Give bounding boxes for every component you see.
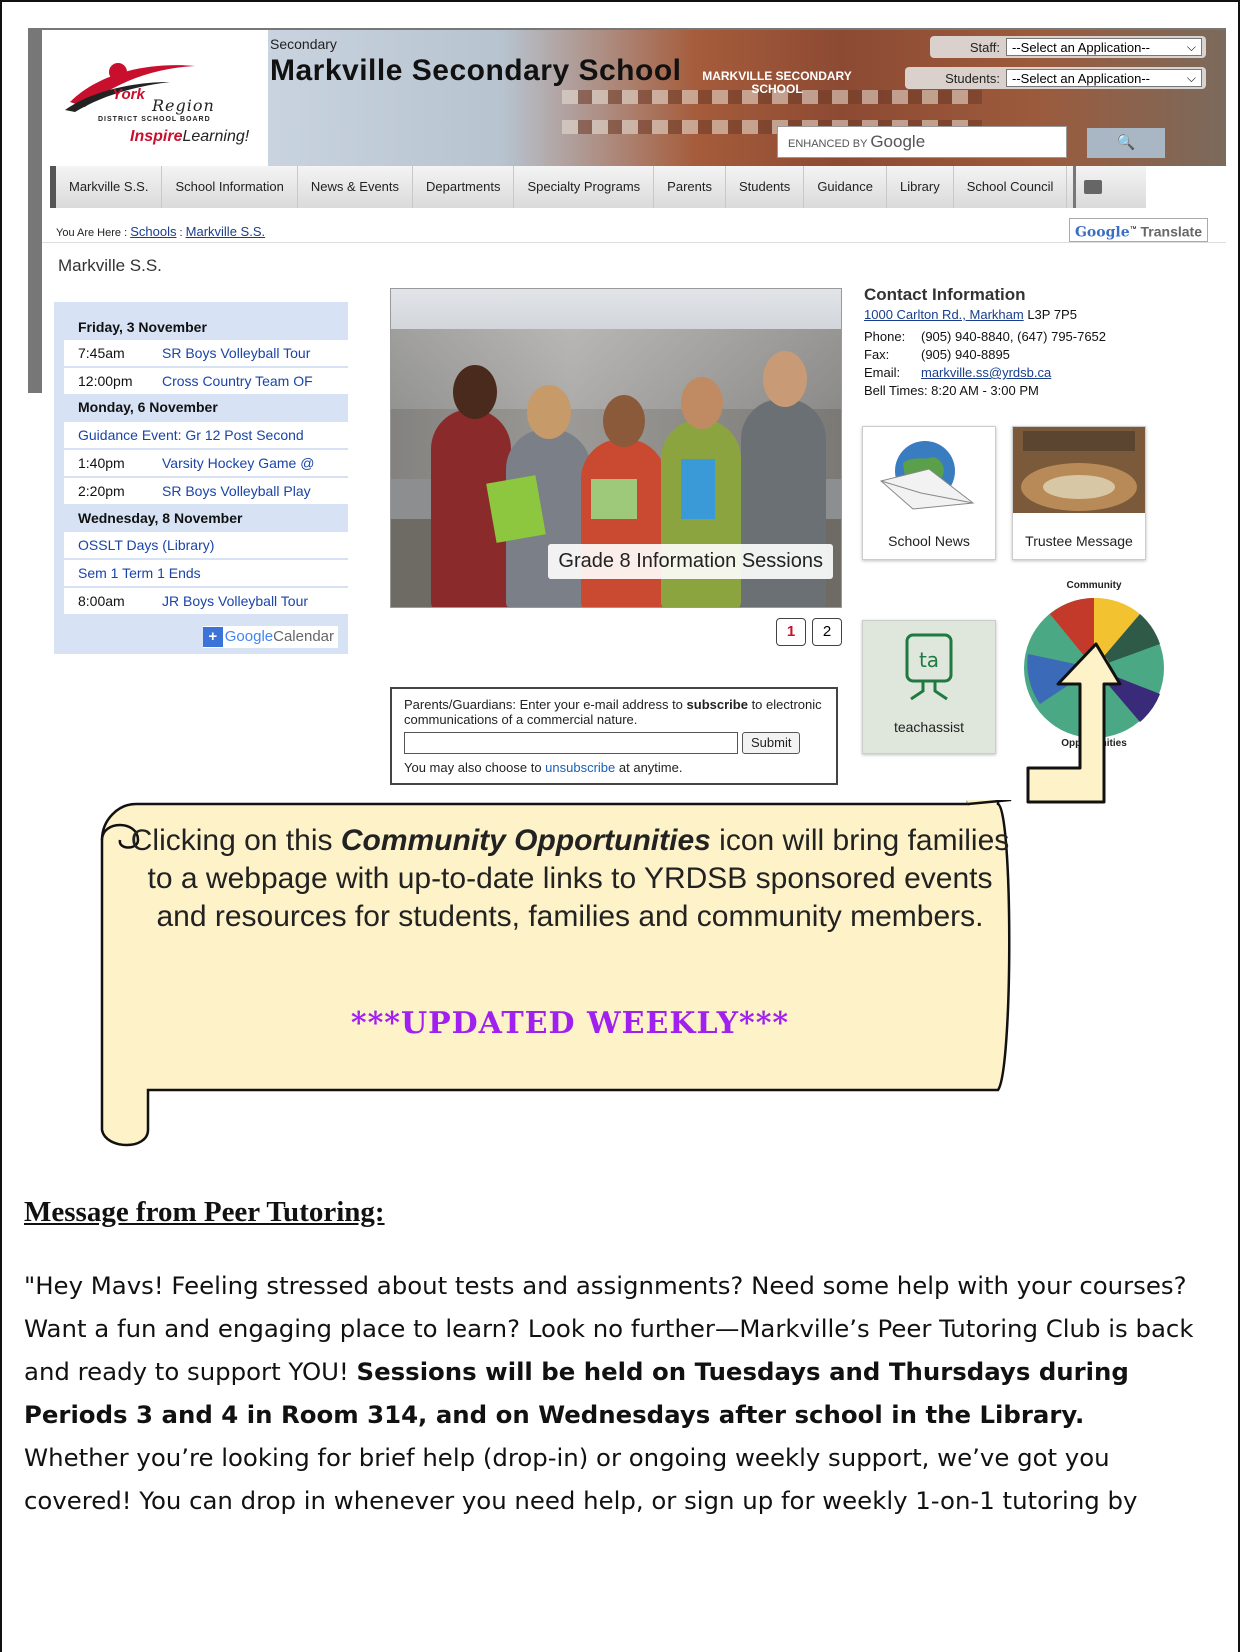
staff-label: Staff: <box>969 39 1000 55</box>
peer-tutoring-paragraph-1: "Hey Mavs! Feeling stressed about tests … <box>24 1271 1194 1429</box>
calendar-event[interactable]: 12:00pm Cross Country Team OF <box>64 368 348 395</box>
callout-text: Clicking on this Community Opportunities… <box>130 824 1010 933</box>
contact-information: Contact Information 1000 Carlton Rd., Ma… <box>864 286 1224 400</box>
nav-item-parents[interactable]: Parents <box>654 166 726 208</box>
breadcrumb-link-markville[interactable]: Markville S.S. <box>186 224 265 239</box>
teachassist-label: teachassist <box>893 719 965 735</box>
bell-times: Bell Times: 8:20 AM - 3:00 PM <box>864 383 1039 398</box>
calendar-event[interactable]: Guidance Event: Gr 12 Post Second <box>64 422 348 449</box>
header-subtitle: Secondary <box>270 36 337 52</box>
teachassist-tile[interactable]: ta teachassist <box>862 620 996 754</box>
calendar-event[interactable]: OSSLT Days (Library) <box>64 532 348 559</box>
nav-item-students[interactable]: Students <box>726 166 805 208</box>
building-sign: MARKVILLE SECONDARY SCHOOL <box>702 69 852 96</box>
featured-slideshow[interactable]: Grade 8 Information Sessions <box>390 288 842 608</box>
fax-label: Fax: <box>864 347 890 362</box>
breadcrumb-separator: : <box>179 227 183 239</box>
nav-item-guidance[interactable]: Guidance <box>804 166 887 208</box>
fax-number: (905) 940-8895 <box>921 347 1010 362</box>
breadcrumb: You Are Here : Schools : Markville S.S. <box>56 224 265 239</box>
staff-application-select[interactable]: --Select an Application-- ⌵ <box>1006 38 1202 56</box>
students-label: Students: <box>945 70 1000 86</box>
peer-tutoring-heading: Message from Peer Tutoring: <box>24 1196 385 1228</box>
subscribe-text: Parents/Guardians: Enter your e-mail add… <box>404 697 822 727</box>
logo-york-text: York <box>112 86 145 103</box>
nav-item-school-council[interactable]: School Council <box>954 166 1068 208</box>
slideshow-pager: 1 2 <box>776 618 842 646</box>
calendar-event[interactable]: 8:00am JR Boys Volleyball Tour <box>64 588 348 615</box>
school-news-tile[interactable]: School News <box>862 426 996 560</box>
calendar-day-header: Wednesday, 8 November <box>64 505 348 531</box>
google-translate-button[interactable]: Google™ Translate <box>1068 218 1208 242</box>
school-name-title: Markville Secondary School <box>270 54 682 87</box>
calendar-event[interactable]: 7:45am SR Boys Volleyball Tour <box>64 340 348 367</box>
phone-label: Phone: <box>864 329 906 344</box>
nav-item-school-information[interactable]: School Information <box>162 166 298 208</box>
svg-text:ta: ta <box>919 648 939 672</box>
search-button[interactable]: 🔍 <box>1087 128 1165 158</box>
search-input[interactable]: ENHANCED BY Google <box>777 126 1067 158</box>
breadcrumb-prefix: You Are Here : <box>56 227 128 239</box>
contact-heading: Contact Information <box>864 285 1026 304</box>
council-chamber-icon <box>1013 427 1145 513</box>
calendar-day-header: Friday, 3 November <box>64 314 348 340</box>
slide-page-1[interactable]: 1 <box>776 618 806 646</box>
students-application-select[interactable]: --Select an Application-- ⌵ <box>1006 69 1202 87</box>
submit-button[interactable]: Submit <box>742 732 801 754</box>
nav-item-departments[interactable]: Departments <box>413 166 515 208</box>
site-header: York Region DISTRICT SCHOOL BOARD Inspir… <box>42 30 1226 166</box>
plus-icon: + <box>202 627 223 647</box>
email-subscribe-box: Parents/Guardians: Enter your e-mail add… <box>390 687 838 785</box>
slide-caption: Grade 8 Information Sessions <box>548 544 833 579</box>
events-calendar: Friday, 3 November 7:45am SR Boys Volleyb… <box>54 302 348 654</box>
nav-item-library[interactable]: Library <box>887 166 954 208</box>
calendar-event[interactable]: 2:20pm SR Boys Volleyball Play <box>64 478 348 505</box>
breadcrumb-link-schools[interactable]: Schools <box>130 224 176 239</box>
address-link[interactable]: 1000 Carlton Rd., Markham <box>864 307 1024 322</box>
peer-tutoring-paragraph-2: Whether you’re looking for brief help (d… <box>24 1443 1138 1515</box>
email-label: Email: <box>864 365 901 380</box>
trustee-message-tile[interactable]: Trustee Message <box>1012 426 1146 560</box>
arrow-up-icon <box>1026 642 1122 804</box>
school-news-label: School News <box>888 533 970 549</box>
email-link[interactable]: markville.ss@yrdsb.ca <box>921 365 1051 380</box>
trustee-message-label: Trustee Message <box>1025 533 1133 549</box>
search-icon: 🔍 <box>1116 134 1136 151</box>
nav-item-news-events[interactable]: News & Events <box>298 166 414 208</box>
staff-app-row: Staff: --Select an Application-- ⌵ <box>929 36 1206 58</box>
calendar-event[interactable]: 1:40pm Varsity Hockey Game @ <box>64 450 348 477</box>
nav-item-specialty-programs[interactable]: Specialty Programs <box>514 166 655 208</box>
updated-weekly-banner: ***UPDATED WEEKLY*** <box>350 1006 790 1041</box>
logo-region-text: Region <box>152 96 215 115</box>
nav-item-markville[interactable]: Markville S.S. <box>56 166 163 208</box>
calendar-day-header: Monday, 6 November <box>64 394 348 420</box>
postal-code: L3P 7P5 <box>1027 307 1077 322</box>
logo-tagline: InspireLearning! <box>130 128 250 145</box>
students-app-row: Students: --Select an Application-- ⌵ <box>905 67 1206 89</box>
unsubscribe-text: You may also choose to unsubscribe at an… <box>404 760 683 775</box>
page-title: Markville S.S. <box>58 256 162 275</box>
phone-number: (905) 940-8840, (647) 795-7652 <box>921 329 1107 344</box>
calendar-event[interactable]: Sem 1 Term 1 Ends <box>64 560 348 587</box>
slide-page-2[interactable]: 2 <box>812 618 842 646</box>
community-label: Community <box>1066 580 1122 591</box>
chevron-down-icon: ⌵ <box>1186 40 1196 54</box>
calendar-label: Calendar <box>273 628 334 645</box>
main-nav: Markville S.S. School Information News &… <box>50 166 1146 208</box>
print-button[interactable] <box>1073 166 1110 208</box>
yrdsb-logo[interactable]: York Region DISTRICT SCHOOL BOARD Inspir… <box>42 30 268 166</box>
chevron-down-icon: ⌵ <box>1186 71 1196 85</box>
unsubscribe-link[interactable]: unsubscribe <box>545 760 615 775</box>
google-wordmark: Google <box>224 628 274 645</box>
teachassist-icon: ta <box>905 633 953 701</box>
globe-envelope-icon <box>879 441 975 510</box>
logo-board-text: DISTRICT SCHOOL BOARD <box>98 116 211 123</box>
breadcrumb-bar: You Are Here : Schools : Markville S.S. … <box>42 218 1226 243</box>
printer-icon <box>1084 180 1103 194</box>
email-input[interactable] <box>404 732 738 754</box>
google-calendar-button[interactable]: + Google Calendar <box>202 626 338 648</box>
